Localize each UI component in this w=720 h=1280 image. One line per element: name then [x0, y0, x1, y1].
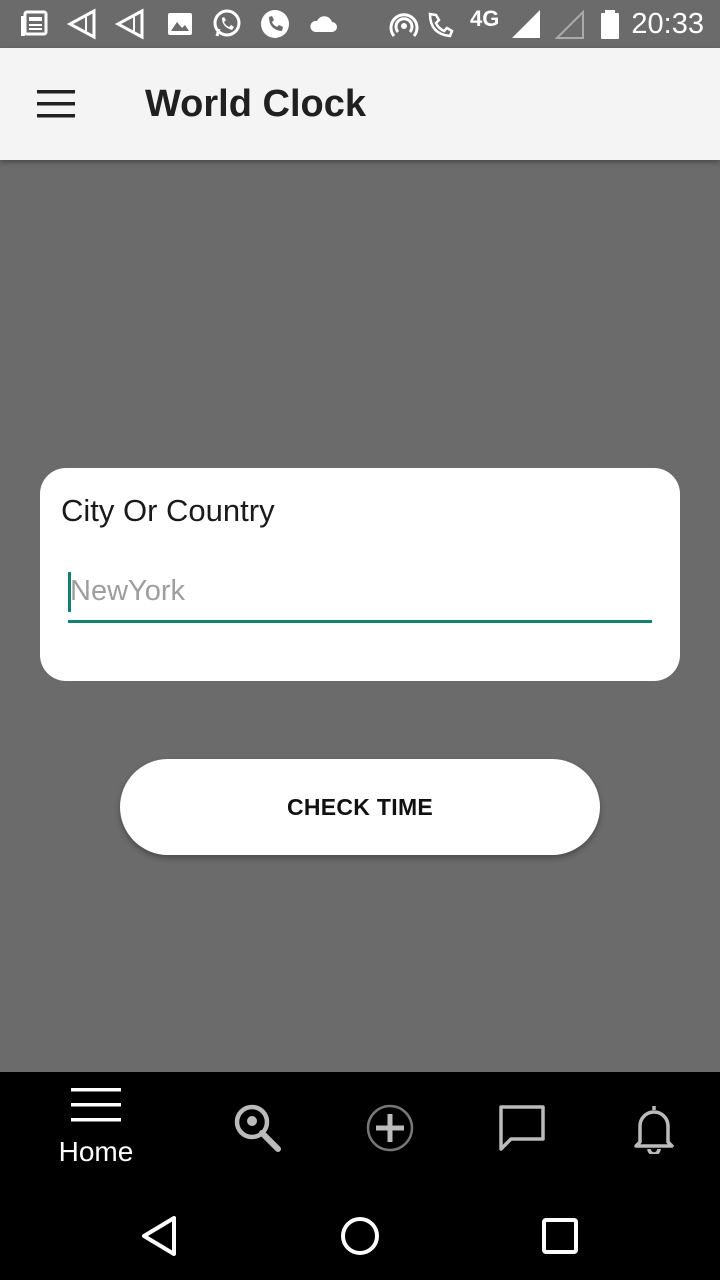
check-time-button[interactable]: CHECK TIME	[120, 759, 600, 855]
cloud-icon	[310, 16, 337, 32]
signal-icon	[512, 10, 540, 38]
home-circle-icon[interactable]	[334, 1210, 386, 1262]
chat-bubble-icon	[499, 1105, 545, 1151]
nav-item-home[interactable]: Home	[44, 1072, 148, 1192]
city-field-label: City Or Country	[61, 493, 275, 528]
cast-icon	[114, 8, 144, 40]
phone-icon	[261, 10, 289, 38]
add-circle-icon	[366, 1104, 414, 1152]
bell-icon	[634, 1106, 674, 1154]
search-card: City Or Country	[40, 468, 680, 681]
city-input-container	[68, 564, 652, 623]
nav-item-search[interactable]	[220, 1072, 296, 1192]
text-cursor	[68, 572, 71, 612]
signal-empty-icon	[554, 9, 584, 39]
network-type: 4G	[470, 6, 500, 31]
battery-icon	[601, 10, 619, 39]
status-time: 20:33	[631, 8, 704, 40]
image-icon	[168, 13, 192, 35]
volte-call-icon	[428, 12, 454, 38]
hamburger-icon	[71, 1088, 121, 1122]
page-title: World Clock	[145, 83, 366, 125]
nav-item-label: Home	[58, 1136, 134, 1167]
app-bar: World Clock	[0, 48, 720, 160]
back-icon[interactable]	[134, 1210, 186, 1262]
city-input[interactable]	[68, 564, 652, 618]
news-icon	[21, 10, 48, 36]
nav-item-add[interactable]	[352, 1072, 428, 1192]
bottom-navigation: Home	[0, 1072, 720, 1192]
recents-square-icon[interactable]	[534, 1210, 586, 1262]
system-navigation-bar	[0, 1192, 720, 1280]
nav-item-chat[interactable]	[484, 1072, 560, 1192]
hamburger-menu-icon[interactable]	[26, 78, 86, 130]
whatsapp-icon	[213, 9, 241, 37]
location-search-icon	[234, 1104, 281, 1152]
nav-item-notifications[interactable]	[616, 1072, 692, 1192]
cast-icon	[66, 8, 96, 40]
hotspot-icon	[389, 13, 419, 37]
status-bar: 4G 20:33	[0, 0, 720, 48]
